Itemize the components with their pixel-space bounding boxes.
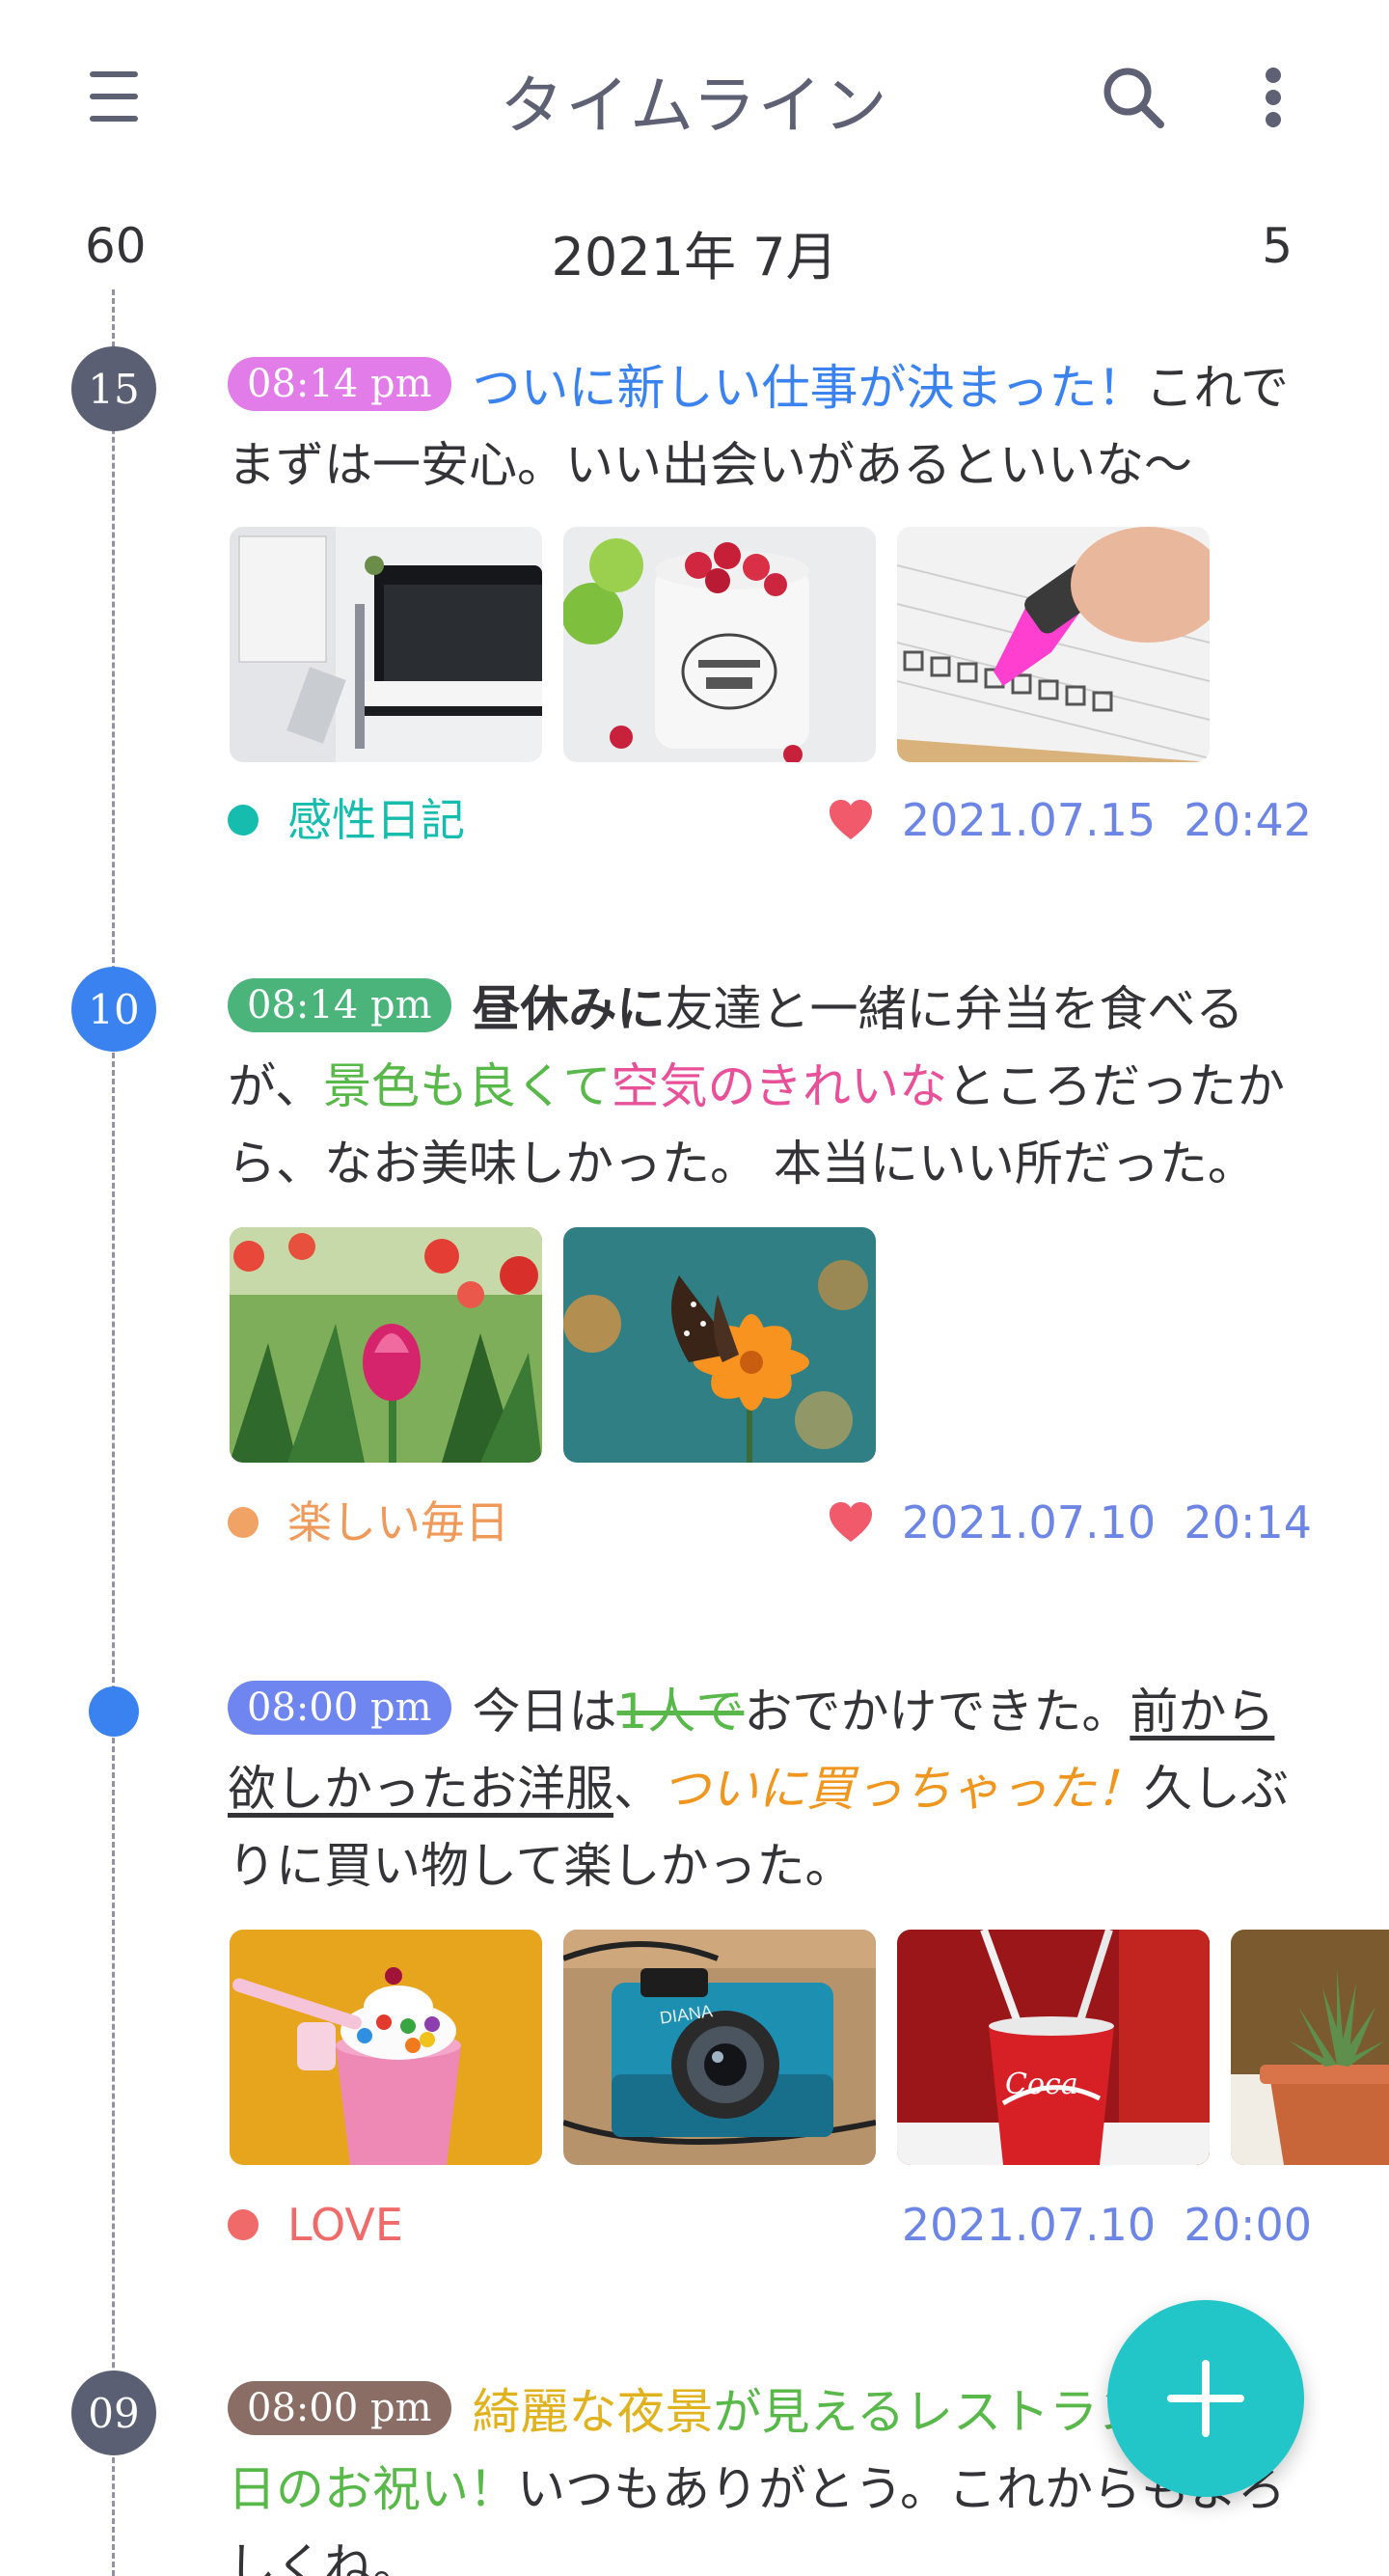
text-segment: おでかけできた。 bbox=[744, 1684, 1130, 1740]
photo-strip bbox=[230, 527, 1389, 762]
entry-meta: 楽しい毎日 2021.07.10 20:14 bbox=[228, 1494, 1312, 1551]
raspberry-mug-photo[interactable] bbox=[563, 527, 876, 762]
entry-datetime: 2021.07.10 20:00 bbox=[901, 2199, 1312, 2251]
timeline-dot bbox=[89, 1686, 139, 1737]
category-dot bbox=[228, 1507, 259, 1538]
heart-icon[interactable] bbox=[828, 1499, 874, 1546]
category-dot bbox=[228, 2209, 259, 2240]
photo-strip bbox=[230, 1227, 905, 1463]
heart-icon[interactable] bbox=[828, 797, 874, 843]
time-badge: 08:14 pm bbox=[228, 357, 451, 411]
entry-datetime: 2021.07.10 20:14 bbox=[901, 1496, 1312, 1548]
text-segment: 空気のきれいな bbox=[611, 1058, 948, 1114]
checklist-marker-photo[interactable] bbox=[897, 527, 1210, 762]
entry-text: 08:14 pm 昼休みに友達と一緒に弁当を食べるが、景色も良くて空気のきれいなと… bbox=[228, 971, 1312, 1202]
desk-planner-photo[interactable] bbox=[230, 527, 542, 762]
category-label[interactable]: 感性日記 bbox=[287, 791, 465, 849]
time-badge: 08:14 pm bbox=[228, 978, 451, 1032]
tulips-photo[interactable] bbox=[230, 1227, 542, 1463]
text-segment: 1人で bbox=[616, 1684, 745, 1740]
category-dot bbox=[228, 805, 259, 836]
day-badge: 10 bbox=[71, 967, 156, 1052]
timeline-entry[interactable]: 08:00 pm 今日は1人でおでかけできた。前から欲しかったお洋服、ついに買っち… bbox=[228, 1673, 1312, 1905]
timeline-rail bbox=[112, 289, 115, 2576]
succulent-photo[interactable] bbox=[1231, 1930, 1389, 2165]
month-entry-count: 5 bbox=[1262, 218, 1293, 274]
text-segment: 景色も良くて bbox=[323, 1058, 612, 1114]
category-label[interactable]: LOVE bbox=[287, 2196, 403, 2254]
add-entry-button[interactable] bbox=[1107, 2300, 1304, 2497]
day-badge: 15 bbox=[71, 346, 156, 431]
app-bar: タイムライン bbox=[0, 0, 1389, 193]
category-label[interactable]: 楽しい毎日 bbox=[287, 1494, 509, 1551]
photo-strip: DIANA Coca bbox=[230, 1930, 1389, 2165]
page-title: タイムライン bbox=[500, 69, 889, 143]
time-badge: 08:00 pm bbox=[228, 1681, 451, 1735]
text-segment: 綺麗な夜景 bbox=[472, 2384, 714, 2440]
text-segment: 今日は bbox=[472, 1684, 617, 1740]
plus-icon-vertical bbox=[1202, 2360, 1210, 2437]
time-badge: 08:00 pm bbox=[228, 2381, 451, 2435]
camera-photo[interactable]: DIANA bbox=[563, 1930, 876, 2165]
milkshake-photo[interactable] bbox=[230, 1930, 542, 2165]
text-segment: 昼休みに bbox=[472, 981, 666, 1037]
entry-datetime: 2021.07.15 20:42 bbox=[901, 794, 1312, 846]
more-vert-icon[interactable] bbox=[1254, 64, 1293, 131]
text-segment: ついに新しい仕事が決まった！ bbox=[472, 360, 1146, 416]
timeline-entry[interactable]: 08:14 pm 昼休みに友達と一緒に弁当を食べるが、景色も良くて空気のきれいなと… bbox=[228, 971, 1312, 1202]
text-segment: ついに買っちゃった！ bbox=[662, 1761, 1144, 1817]
cola-cup-photo[interactable]: Coca bbox=[897, 1930, 1210, 2165]
month-label[interactable]: 2021年 7月 bbox=[0, 214, 1389, 290]
entry-meta: 感性日記 2021.07.15 20:42 bbox=[228, 791, 1312, 849]
search-icon[interactable] bbox=[1100, 64, 1167, 131]
entry-meta: LOVE 2021.07.10 20:00 bbox=[228, 2196, 1312, 2254]
entry-text: 08:00 pm 今日は1人でおでかけできた。前から欲しかったお洋服、ついに買っち… bbox=[228, 1673, 1312, 1905]
timeline-entry[interactable]: 08:14 pm ついに新しい仕事が決まった！これでまずは一安心。いい出会いがある… bbox=[228, 349, 1312, 504]
day-badge: 09 bbox=[71, 2370, 156, 2455]
text-segment: 、 bbox=[613, 1761, 662, 1817]
entry-text: 08:14 pm ついに新しい仕事が決まった！これでまずは一安心。いい出会いがある… bbox=[228, 349, 1312, 504]
svg-text:Coca: Coca bbox=[1005, 2068, 1078, 2101]
butterfly-flower-photo[interactable] bbox=[563, 1227, 876, 1463]
